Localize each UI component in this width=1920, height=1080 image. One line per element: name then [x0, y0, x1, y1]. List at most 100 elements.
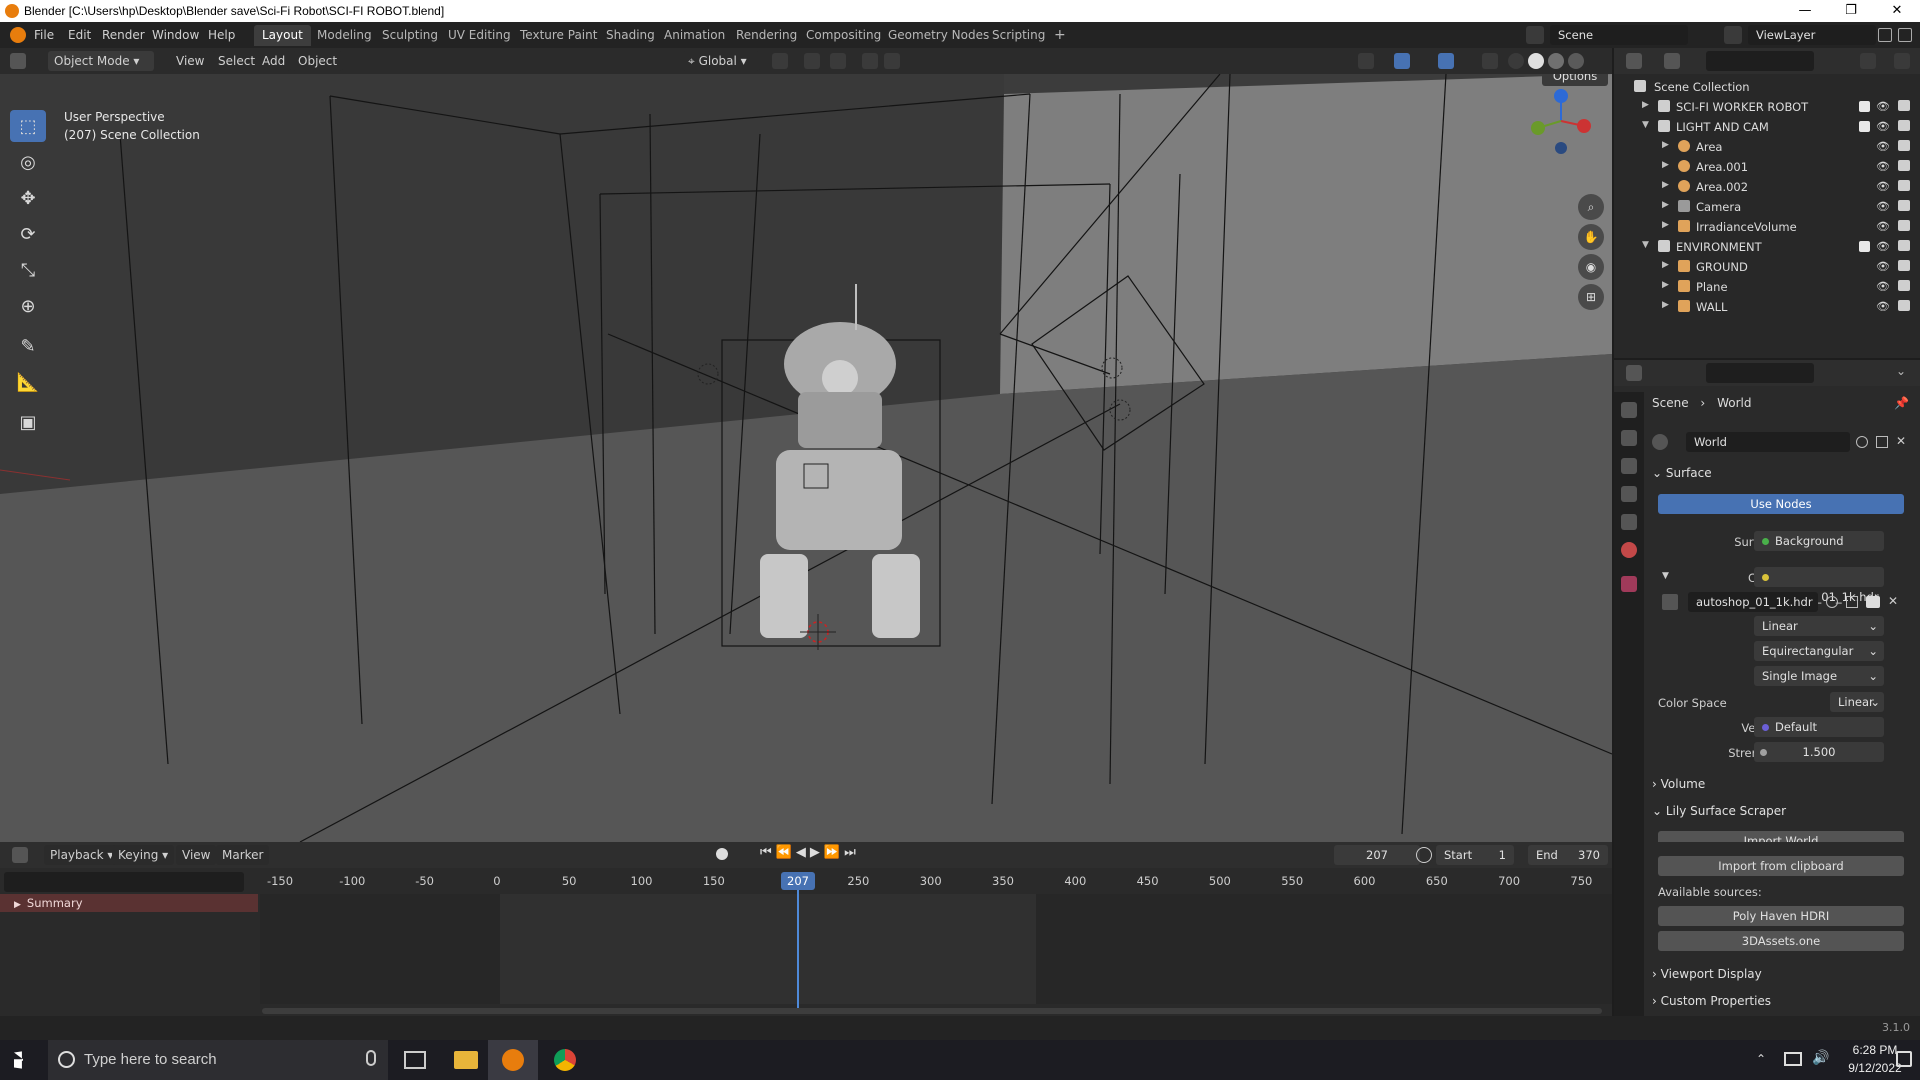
expand-arrow-icon[interactable]: ▼ — [1642, 120, 1649, 130]
image-browse-icon[interactable] — [1662, 594, 1678, 610]
summary-channel[interactable]: ▶ Summary — [0, 894, 258, 912]
surface-panel-header[interactable]: ⌄ Surface — [1652, 462, 1914, 484]
world-crumb[interactable]: World — [1717, 396, 1751, 410]
source-dropdown[interactable]: Single Image ⌄ — [1754, 666, 1884, 686]
tab-texture-paint[interactable]: Texture Paint — [512, 25, 605, 46]
menu-render[interactable]: Render — [102, 28, 145, 42]
tab-animation[interactable]: Animation — [656, 25, 733, 46]
menu-window[interactable]: Window — [152, 28, 199, 42]
world-browse-icon[interactable] — [1652, 434, 1668, 450]
expand-arrow-icon[interactable]: ▶ — [1642, 100, 1649, 110]
playback-controls[interactable]: ⏮⏪◀▶⏩⏭ — [760, 845, 860, 860]
transform-orientation-dropdown[interactable]: ⌖ Global ▾ — [682, 51, 760, 71]
render-visibility-icon[interactable] — [1898, 140, 1910, 151]
expand-arrow-icon[interactable]: ▶ — [1662, 160, 1669, 170]
image-fake-user-icon[interactable] — [1826, 596, 1838, 608]
tab-layout[interactable]: Layout — [254, 25, 311, 46]
solid-shading-icon[interactable] — [1528, 53, 1544, 69]
close-button[interactable]: ✕ — [1874, 0, 1920, 22]
outliner-item[interactable]: ▶ Area.002 👁 — [1614, 177, 1920, 197]
xray-icon[interactable] — [1482, 53, 1498, 69]
material-shading-icon[interactable] — [1548, 53, 1564, 69]
eye-icon[interactable]: 👁 — [1876, 280, 1890, 293]
eye-icon[interactable]: 👁 — [1876, 260, 1890, 273]
menu-help[interactable]: Help — [208, 28, 235, 42]
world-name-field[interactable]: World — [1686, 432, 1850, 452]
add-workspace-button[interactable]: + — [1046, 25, 1074, 46]
timeline-view-menu[interactable]: View — [176, 845, 217, 865]
snap-icon[interactable] — [804, 53, 820, 69]
import-clipboard-button[interactable]: Import from clipboard — [1658, 856, 1904, 876]
camera-view-icon[interactable]: ◉ — [1578, 254, 1604, 280]
lily-panel-header[interactable]: ⌄ Lily Surface Scraper — [1652, 800, 1914, 822]
exclude-checkbox[interactable] — [1859, 121, 1870, 132]
select-box-tool-icon[interactable]: ⬚ — [10, 110, 46, 142]
visibility-icon[interactable] — [1358, 53, 1374, 69]
pin-icon[interactable]: 📌 — [1894, 396, 1909, 410]
copy-viewlayer-icon[interactable] — [1898, 28, 1912, 42]
color-space-dropdown[interactable]: Linear ⌄ — [1830, 692, 1884, 712]
outliner-item[interactable]: ▶ SCI-FI WORKER ROBOT 👁 — [1614, 97, 1920, 117]
expand-arrow-icon[interactable]: ▶ — [1662, 140, 1669, 150]
render-visibility-icon[interactable] — [1898, 240, 1910, 251]
color-input-field[interactable]: autoshop_01_1k.hdr — [1754, 567, 1884, 604]
eye-icon[interactable]: 👁 — [1876, 160, 1890, 173]
outliner-item[interactable]: ▼ LIGHT AND CAM 👁 — [1614, 117, 1920, 137]
transform-tool-icon[interactable]: ⊕ — [10, 290, 46, 322]
expand-arrow-icon[interactable]: ▶ — [1662, 280, 1669, 290]
tab-geometry-nodes[interactable]: Geometry Nodes — [880, 25, 997, 46]
timeline-editor-icon[interactable] — [12, 847, 28, 863]
outliner-item[interactable]: ▶ WALL 👁 — [1614, 297, 1920, 317]
render-visibility-icon[interactable] — [1898, 160, 1910, 171]
timeline-scrollbar[interactable] — [262, 1008, 1602, 1014]
vector-input-field[interactable]: Default — [1754, 717, 1884, 737]
wireframe-shading-icon[interactable] — [1508, 53, 1524, 69]
timeline-ruler[interactable]: -150-100-5005010015022503003504004505005… — [260, 870, 1612, 894]
keying-menu[interactable]: Keying ▾ — [112, 845, 175, 865]
rotate-tool-icon[interactable]: ⟳ — [10, 218, 46, 250]
strength-field[interactable]: 1.500 — [1754, 742, 1884, 762]
tab-modeling[interactable]: Modeling — [309, 25, 380, 46]
expand-arrow-icon[interactable]: ▶ — [1662, 200, 1669, 210]
render-visibility-icon[interactable] — [1898, 260, 1910, 271]
menu-object[interactable]: Object — [292, 51, 344, 71]
task-view-icon[interactable] — [404, 1051, 426, 1069]
render-visibility-icon[interactable] — [1898, 220, 1910, 231]
tab-rendering[interactable]: Rendering — [728, 25, 805, 46]
output-tab-icon[interactable] — [1621, 458, 1637, 474]
tab-shading[interactable]: Shading — [598, 25, 663, 46]
pivot-icon[interactable] — [772, 53, 788, 69]
new-collection-icon[interactable] — [1894, 53, 1910, 69]
render-visibility-icon[interactable] — [1898, 180, 1910, 191]
new-viewlayer-icon[interactable] — [1878, 28, 1892, 42]
viewport-display-panel-header[interactable]: › Viewport Display — [1652, 963, 1914, 985]
playhead-frame-indicator[interactable]: 207 — [781, 872, 815, 890]
marker-menu[interactable]: Marker — [216, 845, 270, 865]
outliner-search-input[interactable] — [1706, 51, 1814, 71]
image-name-field[interactable]: autoshop_01_1k.hdr — [1688, 592, 1818, 612]
render-visibility-icon[interactable] — [1898, 100, 1910, 111]
scene-crumb[interactable]: Scene — [1652, 396, 1689, 410]
expand-arrow-icon[interactable]: ▶ — [1662, 300, 1669, 310]
overlay-icon[interactable] — [1438, 53, 1454, 69]
view-layer-tab-icon[interactable] — [1621, 486, 1637, 502]
viewlayer-icon[interactable] — [1724, 26, 1742, 44]
viewlayer-selector[interactable]: ViewLayer — [1748, 25, 1876, 45]
eye-icon[interactable]: 👁 — [1876, 200, 1890, 213]
menu-select[interactable]: Select — [212, 51, 262, 71]
playback-menu[interactable]: Playback ▾ — [44, 845, 120, 865]
object-mode-dropdown[interactable]: Object Mode ▾ — [48, 51, 154, 71]
properties-options-icon[interactable]: ⌄ — [1896, 364, 1906, 378]
world-tab-icon[interactable] — [1621, 542, 1637, 558]
outliner-root[interactable]: Scene Collection — [1614, 77, 1920, 97]
scene-selector[interactable]: Scene — [1550, 25, 1688, 45]
open-image-icon[interactable] — [1866, 596, 1880, 608]
outliner-item[interactable]: ▶ Camera 👁 — [1614, 197, 1920, 217]
eye-icon[interactable]: 👁 — [1876, 300, 1890, 313]
add-cube-tool-icon[interactable]: ▣ — [10, 406, 46, 438]
pan-view-icon[interactable]: ✋ — [1578, 224, 1604, 250]
outliner-item[interactable]: ▶ Area 👁 — [1614, 137, 1920, 157]
eye-icon[interactable]: 👁 — [1876, 140, 1890, 153]
tool-tab-icon[interactable] — [1621, 402, 1637, 418]
outliner-item[interactable]: ▶ IrradianceVolume 👁 — [1614, 217, 1920, 237]
